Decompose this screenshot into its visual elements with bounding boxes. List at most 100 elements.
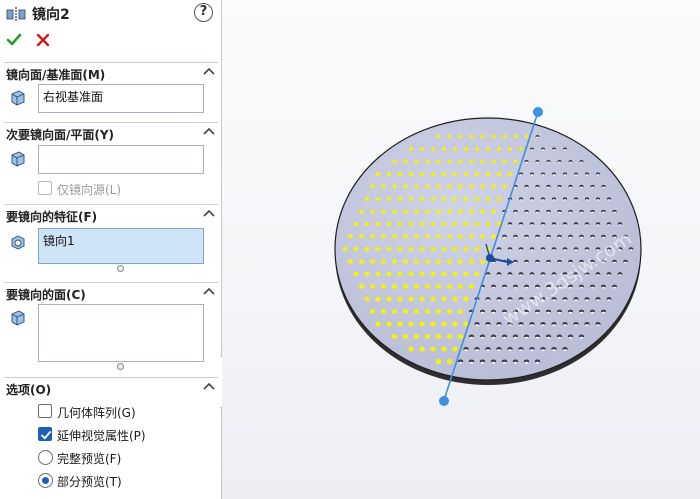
plane-handle-bottom[interactable]	[439, 396, 449, 406]
source-hole-highlight	[557, 161, 562, 164]
mirror-face-input[interactable]: 右视基准面	[38, 84, 204, 113]
preview-hole	[430, 346, 436, 352]
preview-hole	[364, 296, 370, 302]
source-hole-highlight	[497, 249, 501, 251]
checkbox-box[interactable]	[38, 404, 52, 418]
preview-hole	[430, 296, 436, 302]
preview-hole	[436, 209, 441, 214]
source-hole-highlight	[469, 361, 474, 364]
preview-hole	[436, 159, 441, 164]
group-separator	[4, 282, 218, 283]
source-hole-highlight	[563, 149, 567, 151]
preview-hole	[435, 333, 442, 340]
group-options: 选项(O) 几何体阵列(G) 延伸视觉属性(P) 完整预览(F) 部分预览(T)	[0, 377, 221, 499]
face-selection-icon	[11, 310, 25, 326]
chevron-up-icon[interactable]	[203, 286, 215, 296]
secondary-face-input[interactable]	[38, 145, 204, 174]
source-hole-highlight	[486, 274, 490, 276]
source-hole-highlight	[546, 236, 551, 239]
chevron-up-icon[interactable]	[203, 381, 215, 391]
preview-hole	[375, 221, 381, 227]
preview-hole	[364, 271, 370, 277]
preview-hole	[403, 184, 408, 189]
source-hole-highlight	[513, 236, 518, 239]
preview-hole	[408, 196, 414, 202]
preview-hole	[430, 172, 436, 176]
preview-hole	[414, 234, 419, 239]
preview-hole	[441, 321, 447, 327]
preview-hole	[397, 221, 403, 227]
source-hole-highlight	[480, 361, 485, 364]
group-separator	[4, 204, 218, 205]
graphics-viewport[interactable]: www.3dsjw.com	[222, 0, 700, 499]
source-hole-highlight	[518, 349, 524, 352]
features-listbox[interactable]: 镜向1	[38, 228, 204, 264]
group-features: 要镜向的特征(F) 镜向1	[0, 204, 221, 282]
source-hole-highlight	[579, 311, 584, 314]
preview-hole	[348, 234, 353, 239]
preview-hole	[458, 209, 463, 214]
source-hole-highlight	[601, 236, 606, 239]
preview-hole	[375, 246, 381, 252]
source-hole-highlight	[557, 261, 562, 264]
preview-hole	[414, 259, 419, 264]
source-hole-highlight	[508, 299, 512, 301]
radio-circle[interactable]	[38, 473, 53, 488]
list-item[interactable]: 镜向1	[43, 232, 199, 249]
preview-hole	[419, 221, 425, 227]
preview-hole	[474, 172, 480, 176]
mirror-feature-icon	[6, 7, 26, 21]
preview-hole	[441, 221, 447, 227]
preview-hole	[513, 159, 518, 164]
source-hole-highlight	[541, 249, 545, 251]
preview-hole	[474, 246, 480, 252]
source-hole-highlight	[546, 311, 551, 314]
checkbox-box[interactable]	[38, 181, 52, 195]
preview-hole	[458, 234, 463, 239]
preview-hole	[436, 234, 441, 239]
resize-handle-icon[interactable]	[117, 265, 124, 272]
source-hole-highlight	[596, 199, 600, 201]
preview-hole	[386, 271, 392, 277]
source-hole-highlight	[530, 174, 534, 176]
ok-check-icon[interactable]	[6, 32, 22, 48]
preview-hole	[408, 147, 414, 151]
preview-hole	[430, 147, 436, 151]
source-hole-highlight	[574, 199, 578, 201]
source-hole-highlight	[519, 224, 523, 226]
preview-hole	[381, 209, 386, 214]
source-hole-highlight	[568, 311, 573, 314]
preview-hole	[491, 134, 496, 139]
source-hole-highlight	[595, 324, 601, 327]
preview-hole	[413, 309, 420, 314]
help-button[interactable]: ?	[194, 3, 213, 22]
preview-hole	[370, 209, 375, 214]
resize-handle-icon[interactable]	[117, 363, 124, 370]
source-hole-highlight	[596, 299, 600, 301]
source-hole-highlight	[557, 211, 562, 214]
radio-circle[interactable]	[38, 450, 53, 465]
face-selection-icon	[11, 151, 25, 167]
source-hole-highlight	[524, 161, 529, 164]
cancel-x-icon[interactable]	[35, 32, 51, 48]
preview-hole	[348, 259, 353, 264]
plane-handle-top[interactable]	[533, 107, 543, 117]
checkbox-box[interactable]	[38, 427, 52, 441]
source-hole-highlight	[568, 186, 573, 189]
preview-hole	[463, 246, 469, 252]
faces-listbox[interactable]	[38, 304, 204, 362]
preview-hole	[469, 134, 474, 139]
preview-hole	[424, 284, 431, 289]
preview-hole	[452, 321, 458, 327]
source-hole-highlight	[491, 261, 496, 264]
radio-label: 部分预览(T)	[57, 475, 122, 489]
chevron-up-icon[interactable]	[203, 66, 215, 76]
source-hole-highlight	[524, 236, 529, 239]
source-hole-highlight	[530, 199, 534, 201]
preview-hole	[419, 246, 425, 252]
source-hole-highlight	[590, 211, 595, 214]
source-hole-highlight	[474, 349, 480, 352]
chevron-up-icon[interactable]	[203, 208, 215, 218]
source-hole-highlight	[530, 249, 534, 251]
chevron-up-icon[interactable]	[203, 126, 215, 136]
